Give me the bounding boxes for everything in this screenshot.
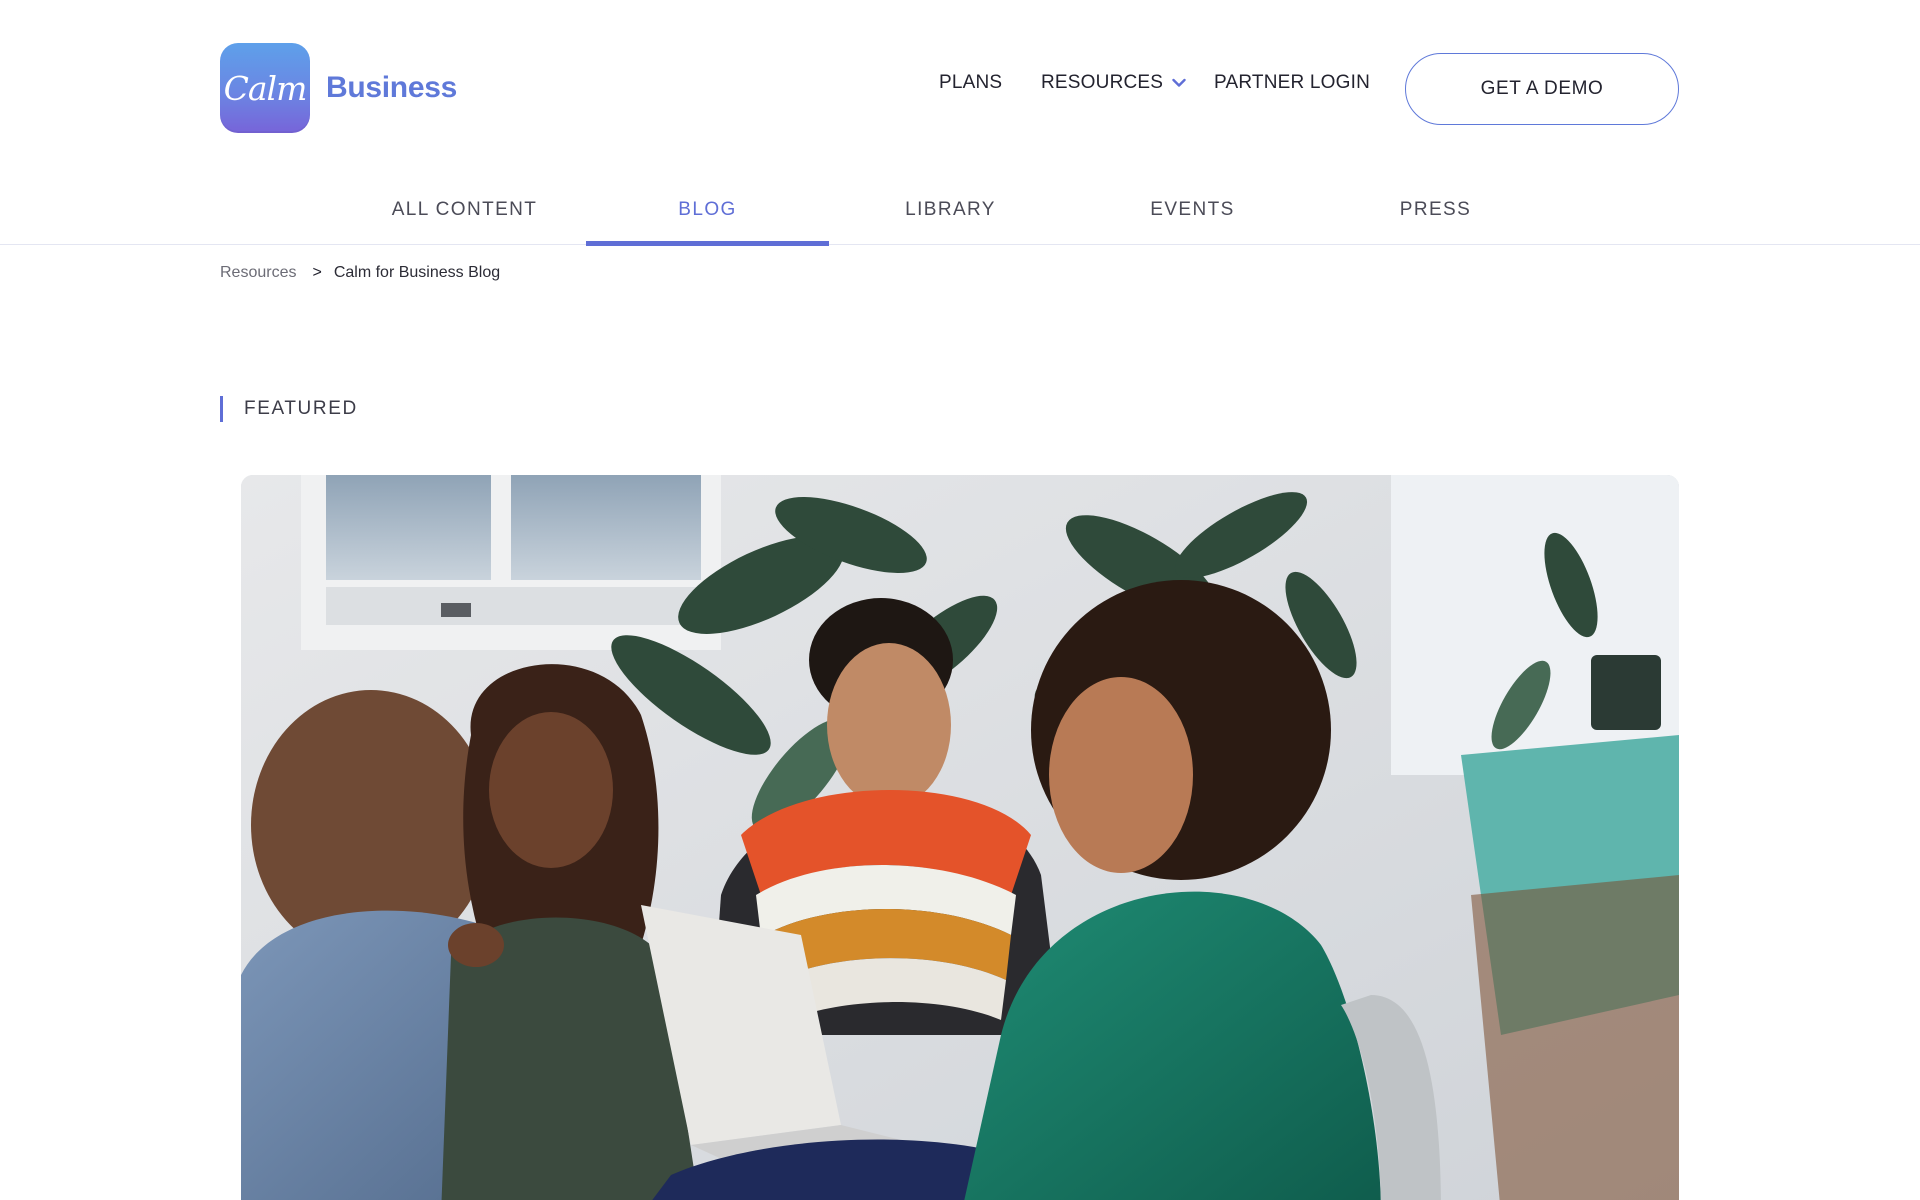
resources-subnav: ALL CONTENT BLOG LIBRARY EVENTS PRESS: [0, 175, 1920, 246]
calm-business-logo[interactable]: Calm Business: [220, 43, 457, 133]
featured-article-image[interactable]: [241, 475, 1679, 1200]
logo-wordmark: Business: [326, 71, 457, 104]
tab-blog[interactable]: BLOG: [586, 175, 829, 246]
nav-partner-login[interactable]: PARTNER LOGIN: [1214, 72, 1370, 94]
breadcrumb-current: Calm for Business Blog: [333, 264, 501, 281]
get-a-demo-button[interactable]: GET A DEMO: [1405, 53, 1679, 125]
featured-heading: FEATURED: [220, 396, 358, 422]
tab-library[interactable]: LIBRARY: [829, 175, 1072, 245]
page: Calm Business PLANS RESOURCES PARTNER LO…: [0, 0, 1920, 1200]
chevron-down-icon: [1172, 78, 1186, 87]
breadcrumb-resources-link[interactable]: Resources: [220, 264, 296, 282]
nav-plans[interactable]: PLANS: [939, 72, 1002, 94]
breadcrumb: Resources > Calm for Business Blog: [220, 264, 500, 282]
calm-logo-icon: Calm: [220, 43, 310, 133]
hero-photo-illustration: [241, 475, 1679, 1200]
breadcrumb-separator: >: [312, 264, 322, 281]
nav-resources-label: RESOURCES: [1041, 72, 1164, 93]
logo-mark-text: Calm: [223, 68, 308, 108]
tab-all-content[interactable]: ALL CONTENT: [343, 175, 586, 245]
site-header: Calm Business PLANS RESOURCES PARTNER LO…: [0, 0, 1920, 175]
nav-resources[interactable]: RESOURCES: [1041, 72, 1186, 94]
tab-press[interactable]: PRESS: [1314, 175, 1557, 245]
tab-events[interactable]: EVENTS: [1071, 175, 1314, 245]
